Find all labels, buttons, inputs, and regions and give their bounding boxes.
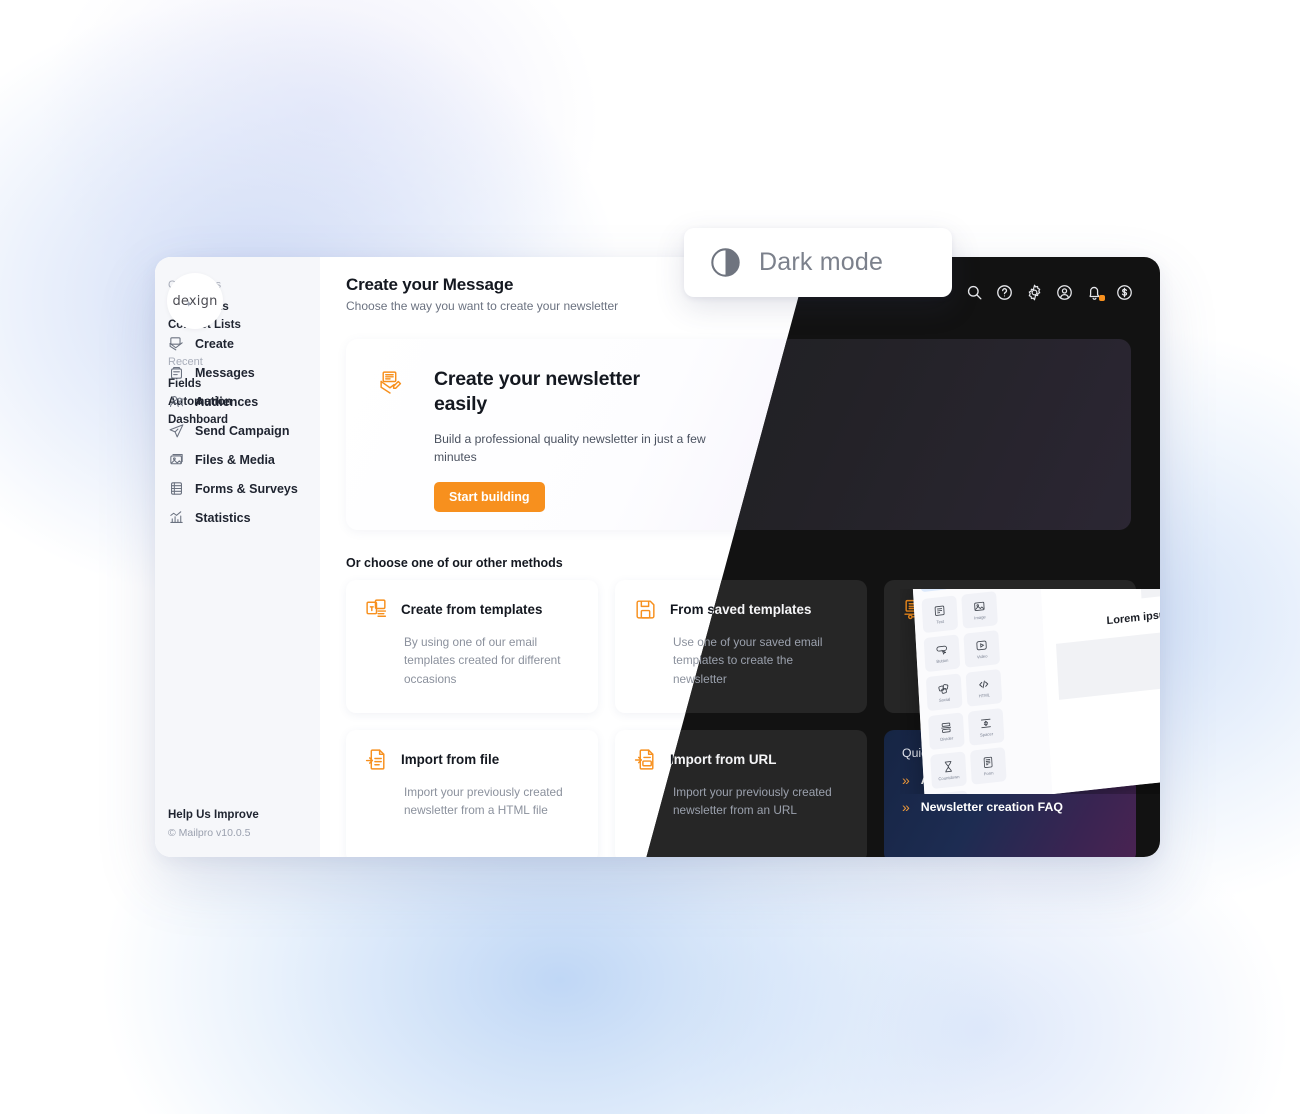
sidebar-item-audiences[interactable]: Audiences	[155, 387, 320, 416]
sidebar-item-label: Files & Media	[195, 452, 275, 467]
editor-block-navigation[interactable]: Navigation	[932, 790, 970, 794]
logo-text: dexign	[172, 293, 218, 309]
form-block-icon	[981, 755, 995, 769]
card-title: Create from templates	[401, 602, 543, 617]
text-block-icon	[933, 604, 947, 618]
divider-block-icon	[939, 721, 953, 735]
start-building-button[interactable]: Start building	[434, 481, 545, 512]
editor-block-label: Text	[936, 618, 945, 625]
video-block-icon	[975, 638, 989, 652]
top-toolbar	[965, 283, 1134, 302]
spacer-block-icon	[979, 716, 993, 730]
floppy-save-icon	[633, 597, 658, 622]
messages-box-icon	[168, 364, 185, 381]
forms-surveys-icon	[168, 480, 185, 497]
quicklink-label: Newsletter creation FAQ	[920, 800, 1063, 814]
newsletter-compose-icon	[378, 369, 414, 405]
sidebar-item-create[interactable]: Create	[155, 329, 320, 358]
countdown-block-icon	[942, 760, 956, 774]
gear-icon[interactable]	[1025, 283, 1044, 302]
editor-tab-blocks[interactable]: Blocks	[920, 589, 949, 593]
help-us-improve-link[interactable]: Help Us Improve	[168, 809, 259, 821]
help-icon[interactable]	[995, 283, 1014, 302]
bell-icon[interactable]	[1085, 283, 1105, 302]
code-block-icon	[977, 677, 991, 691]
methods-section-label: Or choose one of our other methods	[346, 556, 563, 570]
editor-block-label: Image	[974, 614, 986, 621]
sidebar-item-label: Forms & Surveys	[195, 481, 298, 496]
card-create-from-templates[interactable]: Create from templates By using one of ou…	[346, 580, 598, 713]
editor-block-label: Video	[976, 653, 988, 660]
card-description: Import your previously created newslette…	[673, 785, 832, 818]
editor-block-text[interactable]: Text	[921, 595, 959, 634]
editor-block-countdown[interactable]: Countdown	[930, 751, 967, 790]
card-description: By using one of our email templates crea…	[404, 635, 561, 686]
hero-title: Create your newsletter easily	[434, 368, 640, 415]
card-title: Import from file	[401, 752, 500, 767]
create-envelope-icon	[168, 335, 185, 352]
editor-block-label: Button	[936, 657, 949, 664]
sidebar-item-label: Create	[195, 336, 234, 351]
sidebar-nav: Create Messages Audiences Send Campaign …	[155, 329, 320, 532]
editor-block-label: Countdown	[938, 774, 960, 782]
hero-description: Build a professional quality newsletter …	[434, 431, 706, 465]
import-file-icon	[364, 747, 389, 772]
files-media-image-icon	[168, 451, 185, 468]
button-block-icon	[935, 643, 949, 657]
templates-icon	[364, 597, 389, 622]
paper-plane-icon	[168, 422, 185, 439]
search-icon[interactable]	[965, 283, 984, 302]
editor-preview-screenshot: Blocks Style Advanced Text Image Button …	[900, 589, 1160, 794]
statistics-chart-icon	[168, 509, 185, 526]
half-circle-contrast-icon	[710, 247, 741, 278]
double-chevron-right-icon: »	[902, 799, 910, 815]
sidebar-item-label: Messages	[195, 365, 255, 380]
sidebar-item-label: Send Campaign	[195, 423, 290, 438]
editor-canvas: View in browser Logo Lorem ipsum dolor s…	[1039, 589, 1160, 794]
editor-block-image[interactable]: Image	[961, 591, 998, 629]
editor-block-label: Spacer	[979, 731, 994, 738]
user-icon[interactable]	[1055, 283, 1074, 302]
dark-mode-badge[interactable]: Dark mode	[684, 228, 952, 297]
sidebar-item-send-campaign[interactable]: Send Campaign	[155, 416, 320, 445]
audiences-people-icon	[168, 393, 185, 410]
app-window: dexign ✦ Create Messages Audiences Send …	[155, 257, 1160, 857]
editor-block-label: Form	[983, 770, 994, 777]
sidebar: dexign ✦ Create Messages Audiences Send …	[155, 257, 320, 857]
card-import-from-file[interactable]: Import from file Import your previously …	[346, 730, 598, 857]
social-block-icon	[937, 682, 951, 696]
editor-block-video[interactable]: Video	[963, 630, 1001, 668]
canvas-headline: Lorem ipsum dolor sit amet	[1106, 600, 1160, 628]
editor-block-form[interactable]: Form	[969, 747, 1007, 785]
sidebar-item-forms-surveys[interactable]: Forms & Surveys	[155, 474, 320, 503]
canvas-logo-placeholder: Logo	[1140, 589, 1160, 599]
sidebar-item-statistics[interactable]: Statistics	[155, 503, 320, 532]
editor-block-label: HTML	[978, 692, 991, 699]
card-description: Import your previously created newslette…	[404, 785, 563, 818]
sidebar-item-label: Statistics	[195, 510, 251, 525]
editor-block-social[interactable]: Social	[925, 673, 963, 712]
image-block-icon	[973, 599, 987, 613]
editor-block-html[interactable]: HTML	[965, 669, 1003, 707]
editor-block-grid: Text Image Button Video Social HTML Divi…	[921, 589, 1047, 794]
card-title: Import from URL	[670, 752, 777, 767]
billing-dollar-icon[interactable]	[1115, 283, 1134, 302]
editor-block-spacer[interactable]: Spacer	[967, 708, 1005, 746]
sidebar-footer: Help Us Improve © Mailpro v10.0.5	[168, 809, 259, 839]
dark-mode-label: Dark mode	[759, 248, 884, 276]
sidebar-item-label: Audiences	[195, 394, 259, 409]
copyright-text: © Mailpro v10.0.5	[168, 827, 251, 839]
notification-badge	[1099, 295, 1105, 301]
app-logo[interactable]: dexign	[167, 273, 223, 329]
editor-block-divider[interactable]: Divider	[928, 712, 965, 751]
import-url-icon	[633, 747, 658, 772]
sidebar-item-messages[interactable]: Messages	[155, 358, 320, 387]
sidebar-item-files-media[interactable]: Files & Media	[155, 445, 320, 474]
editor-block-button[interactable]: Button	[923, 634, 961, 673]
editor-block-label: Social	[938, 696, 951, 703]
logo-sparkle-icon: ✦	[185, 299, 193, 309]
quicklink-newsletter-creation-faq[interactable]: » Newsletter creation FAQ	[902, 800, 1118, 814]
editor-block-label: Divider	[940, 735, 954, 742]
editor-blocks-panel: Blocks Style Advanced Text Image Button …	[912, 589, 1053, 794]
